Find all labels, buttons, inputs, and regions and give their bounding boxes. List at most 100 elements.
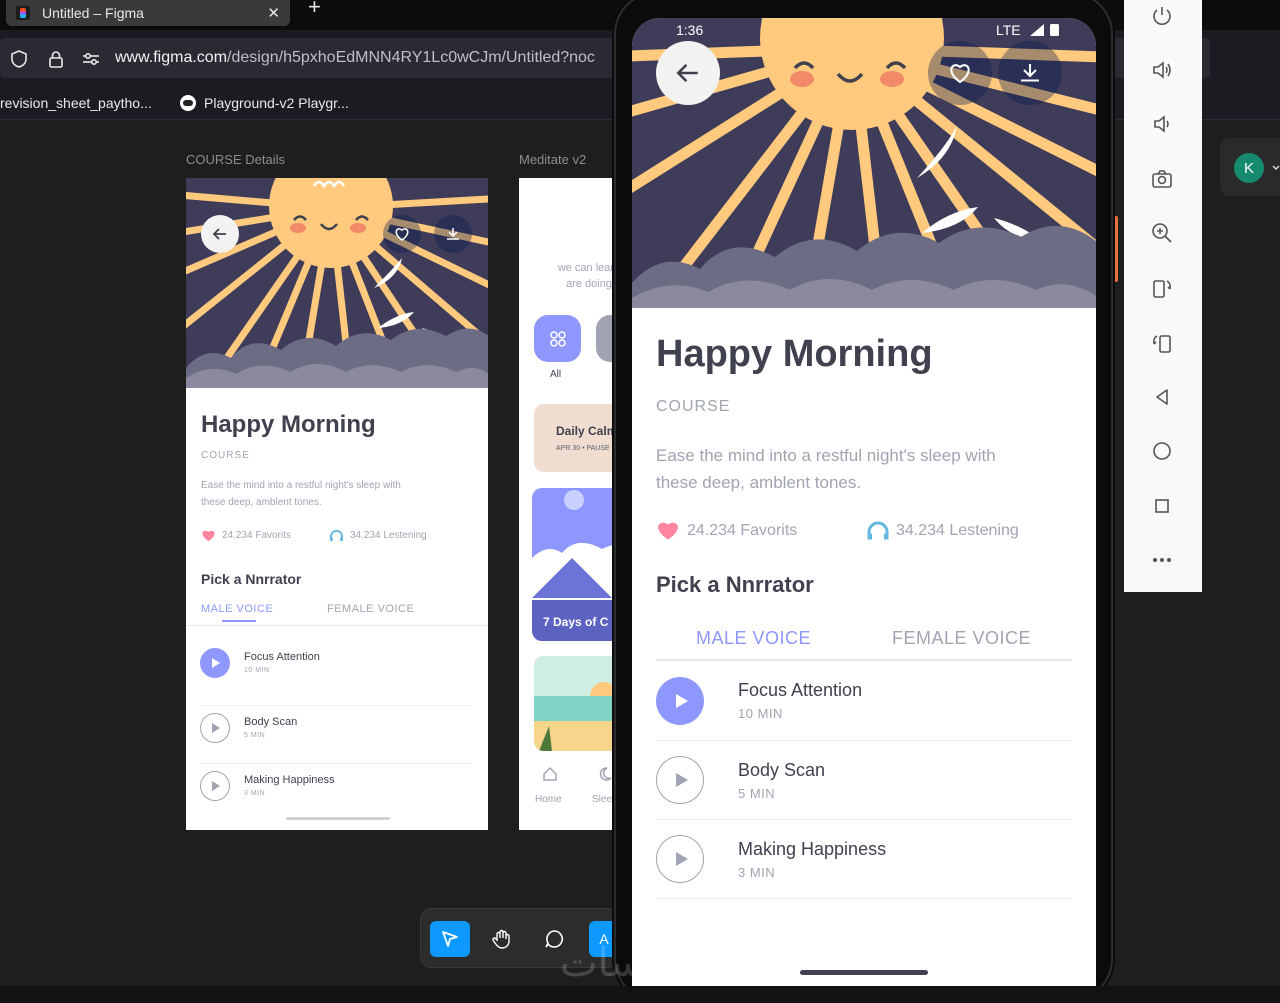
zoom-button[interactable] [1148,219,1176,247]
hero-illustration [186,178,488,388]
track-length: 3 MIN [244,790,266,797]
back-arrow-icon [212,228,226,240]
figma-favicon-icon [16,6,30,20]
rotate-right-button[interactable] [1148,329,1176,357]
category-all-button[interactable] [534,315,581,362]
frame-label-meditate[interactable]: Meditate v2 [519,152,586,167]
track-body-scan[interactable]: Body Scan 5 MIN [200,706,472,764]
play-icon [675,773,688,787]
listening-stat: 34.234 Lestening [329,529,427,542]
rotate-left-button[interactable] [1148,274,1176,302]
os-taskbar [0,986,1280,1003]
sliders-icon[interactable] [81,49,101,69]
avatar[interactable]: K [1234,153,1264,183]
heart-icon [950,64,970,84]
beach-card[interactable] [534,656,619,751]
seven-days-card[interactable]: 7 Days of C [532,488,619,641]
daily-calm-card[interactable]: Daily Calm APR 30 • PAUSE [534,404,619,472]
hand-icon [492,929,510,949]
play-button[interactable] [656,835,704,883]
browser-tab[interactable]: Untitled – Figma ✕ [6,0,290,26]
home-icon[interactable] [542,766,558,782]
track-focus-attention[interactable]: Focus Attention 10 MIN [656,661,1072,741]
bookmark-playground[interactable]: Playground-v2 Playgr... [180,95,349,111]
frame-label-course[interactable]: COURSE Details [186,152,285,167]
active-tab-indicator [222,620,256,622]
shield-icon[interactable] [9,49,29,69]
play-button[interactable] [200,771,230,801]
favorite-button[interactable] [928,41,992,105]
volume-up-icon [1153,61,1171,79]
moon-icon[interactable] [597,766,613,782]
play-icon [675,693,688,708]
back-button[interactable] [201,215,239,253]
seven-days-title: 7 Days of C [543,615,609,629]
track-body-scan[interactable]: Body Scan 5 MIN [656,741,1072,820]
play-button[interactable] [200,713,230,743]
track-name: Focus Attention [244,651,320,663]
more-icon [1153,558,1171,562]
back-button[interactable] [656,41,720,105]
screenshot-button[interactable] [1148,165,1176,193]
volume-down-button[interactable] [1148,110,1176,138]
meditate-intro-text: we can learn are doing [557,262,619,290]
move-tool[interactable] [430,921,470,957]
headphones-icon [867,521,889,540]
play-button[interactable] [200,648,230,678]
rotate-right-icon [1153,335,1171,353]
volume-up-button[interactable] [1148,56,1176,84]
download-button[interactable] [434,215,472,253]
play-icon [212,658,220,668]
daily-calm-meta: APR 30 • PAUSE [556,445,610,452]
url-text[interactable]: www.figma.com/design/h5pxhoEdMNN4RY1Lc0w… [115,49,595,67]
cursor-icon [442,931,458,947]
track-making-happiness[interactable]: Making Happiness 3 MIN [200,764,472,822]
battery-icon [1050,24,1059,36]
frame-meditate-v2[interactable]: we can learn are doing All Daily Calm AP… [519,178,619,830]
more-button[interactable] [1148,546,1176,574]
sun-illustration [186,178,488,388]
bookmark-revision-sheet[interactable]: revision_sheet_paytho... [0,95,152,111]
home-indicator [800,970,928,975]
status-time: 1:36 [676,22,704,38]
course-description: Ease the mind into a restful night's sle… [656,446,996,492]
overview-nav-button[interactable] [1148,492,1176,520]
new-tab-button[interactable]: + [308,0,321,18]
heart-icon [658,522,678,540]
nav-home-label[interactable]: Home [535,794,562,805]
tab-female-voice[interactable]: FEMALE VOICE [327,603,414,615]
favorite-button[interactable] [383,215,421,253]
heart-icon [395,228,409,241]
tab-male-voice[interactable]: MALE VOICE [696,628,811,649]
playground-favicon-icon [180,95,196,111]
download-button[interactable] [998,41,1062,105]
listening-stat: 34.234 Lestening [866,520,1019,541]
home-circle-icon [1153,442,1171,460]
track-name: Making Happiness [738,838,887,859]
power-button[interactable] [1148,2,1176,30]
track-making-happiness[interactable]: Making Happiness 3 MIN [656,820,1072,899]
url-path: /design/h5pxhoEdMNN4RY1Lc0wCJm/Untitled?… [227,49,595,66]
play-button[interactable] [656,756,704,804]
frame-course-details[interactable]: Happy Morning COURSE Ease the mind into … [186,178,488,830]
play-icon [212,723,220,733]
heart-icon [202,530,215,542]
emulator-controls [1124,0,1202,592]
lock-icon[interactable] [46,49,66,69]
play-icon [675,852,688,866]
tab-close-icon[interactable]: ✕ [267,4,280,22]
back-nav-button[interactable] [1148,383,1176,411]
play-icon [212,781,220,791]
home-nav-button[interactable] [1148,437,1176,465]
home-indicator [286,817,390,820]
tab-male-voice[interactable]: MALE VOICE [201,603,273,615]
hand-tool[interactable] [482,921,522,957]
course-description: Ease the mind into a restful night's sle… [201,480,401,508]
user-menu[interactable]: K [1220,138,1280,196]
track-focus-attention[interactable]: Focus Attention 10 MIN [200,648,472,706]
play-button[interactable] [656,676,704,725]
track-length: 5 MIN [738,785,776,801]
tab-title: Untitled – Figma [42,5,144,21]
tab-female-voice[interactable]: FEMALE VOICE [892,628,1031,649]
phone-screen[interactable]: 1:36 LTE Happy Morning COURSE Ease the m… [632,18,1096,986]
